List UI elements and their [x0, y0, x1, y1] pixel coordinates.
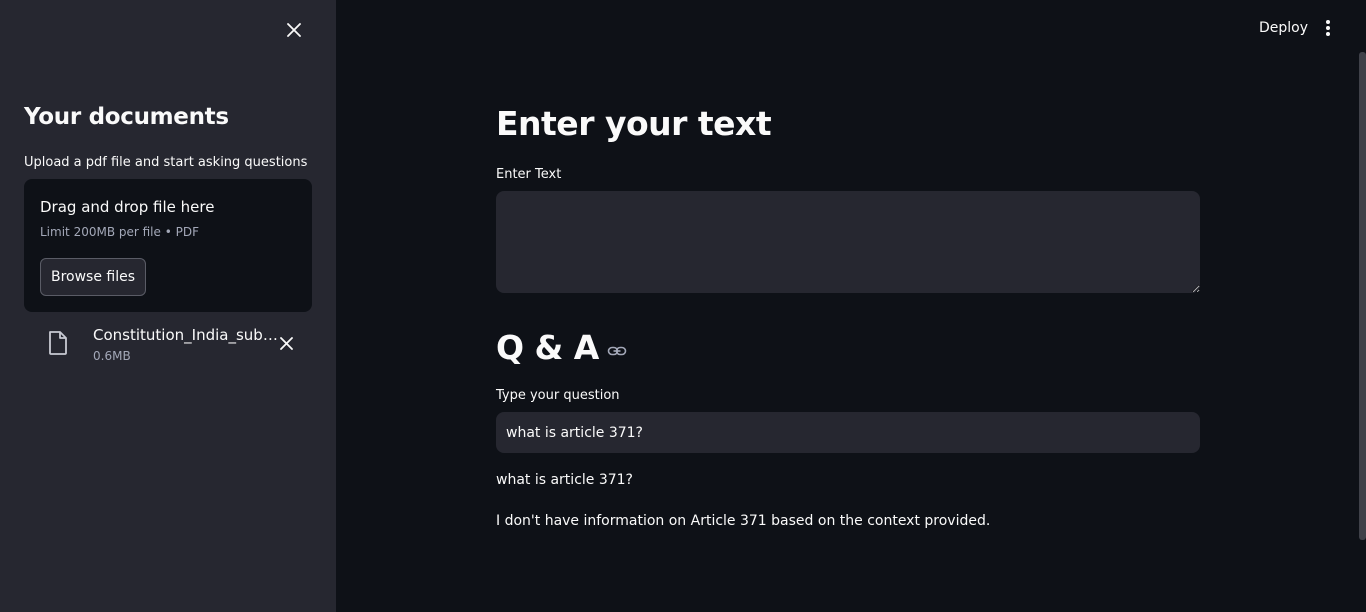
deploy-button[interactable]: Deploy	[1250, 16, 1317, 40]
remove-file-icon[interactable]	[276, 333, 296, 353]
sidebar-title: Your documents	[24, 104, 229, 130]
file-name: Constitution_India_subset.pdf	[93, 326, 278, 344]
uploader-label: Upload a pdf file and start asking quest…	[24, 155, 308, 170]
file-icon	[47, 330, 69, 356]
answer-text: I don't have information on Article 371 …	[496, 513, 991, 529]
browse-files-button[interactable]: Browse files	[40, 258, 146, 296]
qa-title: Q & A	[496, 328, 599, 367]
dropzone-instructions: Drag and drop file here	[40, 198, 215, 216]
file-size: 0.6MB	[93, 349, 131, 363]
more-vertical-icon[interactable]	[1316, 16, 1340, 40]
dropzone-limit: Limit 200MB per file • PDF	[40, 225, 199, 239]
enter-text-label: Enter Text	[496, 167, 562, 182]
question-echo: what is article 371?	[496, 472, 633, 488]
uploaded-file: Constitution_India_subset.pdf 0.6MB	[40, 322, 312, 370]
link-icon[interactable]	[607, 341, 627, 361]
sidebar: Your documents Upload a pdf file and sta…	[0, 0, 336, 612]
question-label: Type your question	[496, 388, 620, 403]
qa-heading: Q & A	[496, 328, 627, 367]
page-title: Enter your text	[496, 104, 772, 143]
enter-text-area[interactable]	[496, 191, 1200, 293]
file-dropzone[interactable]: Drag and drop file here Limit 200MB per …	[24, 179, 312, 312]
question-input[interactable]	[496, 412, 1200, 453]
close-sidebar-icon[interactable]	[282, 18, 306, 42]
scrollbar[interactable]	[1359, 52, 1366, 540]
